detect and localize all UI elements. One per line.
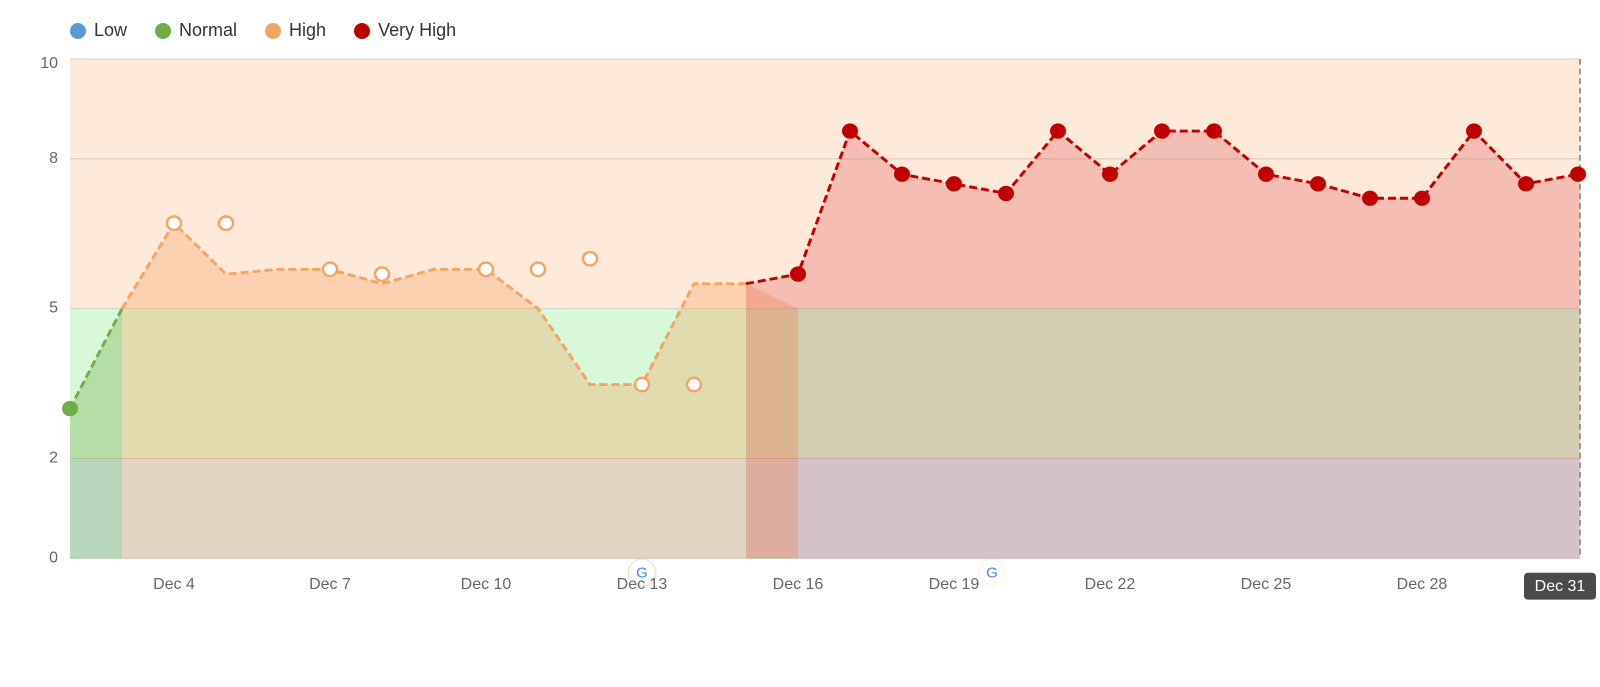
point-dec2 [63,402,77,415]
point-r7 [1103,168,1117,181]
point-dec13a [635,378,649,391]
point-r12 [1363,192,1377,205]
red-area-fill [746,131,1580,558]
point-r11 [1311,177,1325,190]
x-label-dec25: Dec 25 [1241,576,1292,593]
x-label-dec19: Dec 19 [929,576,980,593]
legend-item-normal: Normal [155,20,237,41]
point-dec4 [167,216,181,229]
point-r6 [1051,124,1065,137]
legend-label-low: Low [94,20,127,41]
legend-dot-normal [155,23,171,39]
point-r2 [843,124,857,137]
point-dec13b [687,378,701,391]
legend-item-very-high: Very High [354,20,456,41]
y-label-2: 2 [49,450,58,467]
point-r9 [1207,124,1221,137]
legend-dot-very-high [354,23,370,39]
point-dec5 [219,216,233,229]
chart-legend: Low Normal High Very High [70,20,1580,41]
point-dec7 [323,263,337,276]
point-dec11 [531,263,545,276]
y-label-10: 10 [40,55,58,72]
y-label-0: 0 [49,550,58,567]
x-label-dec10: Dec 10 [461,576,512,593]
point-dec12 [583,252,597,265]
x-label-dec4: Dec 4 [153,576,195,593]
chart-area: 10 8 5 2 0 [70,59,1580,616]
point-dec10 [479,263,493,276]
legend-label-high: High [289,20,326,41]
legend-dot-low [70,23,86,39]
legend-item-low: Low [70,20,127,41]
point-r16 [1571,168,1585,181]
point-r8 [1155,124,1169,137]
x-label-dec16: Dec 16 [773,576,824,593]
point-r5 [999,187,1013,200]
chart-svg: 10 8 5 2 0 [70,59,1580,616]
point-r14 [1467,124,1481,137]
point-dec8 [375,267,389,280]
point-r13 [1415,192,1429,205]
point-r4 [947,177,961,190]
x-label-dec22: Dec 22 [1085,576,1136,593]
point-r15 [1519,177,1533,190]
svg-text:G: G [986,566,998,582]
legend-label-very-high: Very High [378,20,456,41]
legend-label-normal: Normal [179,20,237,41]
x-label-dec31: Dec 31 [1535,578,1586,595]
y-label-5: 5 [49,300,58,317]
x-label-dec28: Dec 28 [1397,576,1448,593]
legend-item-high: High [265,20,326,41]
legend-dot-high [265,23,281,39]
x-label-dec7: Dec 7 [309,576,351,593]
x-label-dec13: Dec 13 [617,576,668,593]
chart-container: Low Normal High Very High [0,0,1600,687]
point-r1 [791,267,805,280]
point-r10 [1259,168,1273,181]
y-label-8: 8 [49,150,58,167]
google-icon-dec19: G [979,559,1005,584]
point-r3 [895,168,909,181]
